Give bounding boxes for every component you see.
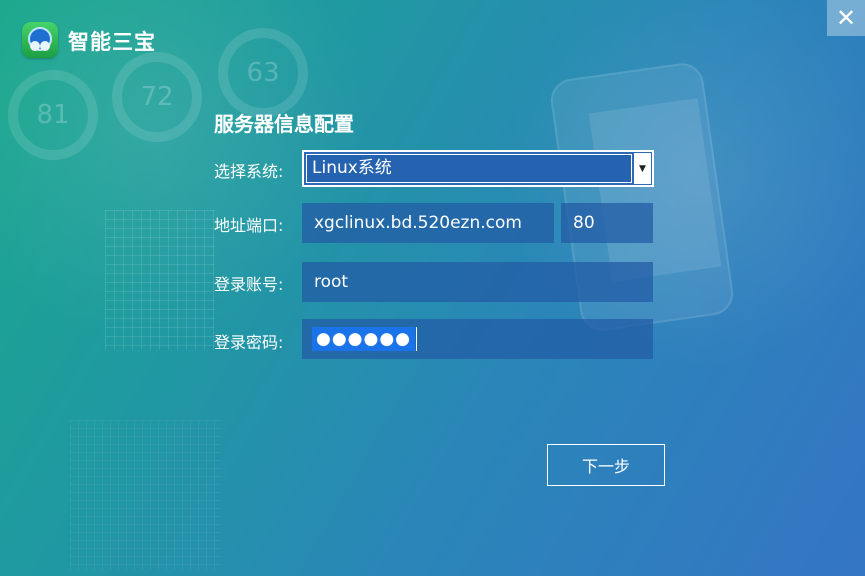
system-select[interactable]: Linux系统 ▼ [302,150,654,187]
app-logo-icon [22,22,58,58]
background-dial: 81 [8,70,98,160]
system-label: 选择系统: [214,162,284,181]
text-caret [416,327,418,351]
next-button[interactable]: 下一步 [547,444,665,486]
password-label: 登录密码: [214,333,284,352]
background-dial: 72 [112,52,202,142]
background-phone-screen [588,98,722,282]
background-grid [105,210,215,350]
password-input[interactable]: ●●●●●● [302,319,653,359]
close-button[interactable]: ✕ [827,0,865,36]
background-dial: 63 [218,28,308,118]
app-title: 智能三宝 [68,30,156,54]
address-label: 地址端口: [214,216,284,235]
password-value: ●●●●●● [312,327,416,351]
port-input[interactable]: 80 [561,203,653,243]
system-select-value: Linux系统 [306,154,632,183]
close-icon: ✕ [835,4,857,32]
address-input[interactable]: xgclinux.bd.520ezn.com [302,203,554,243]
account-input[interactable]: root [302,262,653,302]
background-grid [70,420,220,570]
account-label: 登录账号: [214,275,284,294]
form-title: 服务器信息配置 [214,112,354,136]
chevron-down-icon[interactable]: ▼ [634,153,651,184]
